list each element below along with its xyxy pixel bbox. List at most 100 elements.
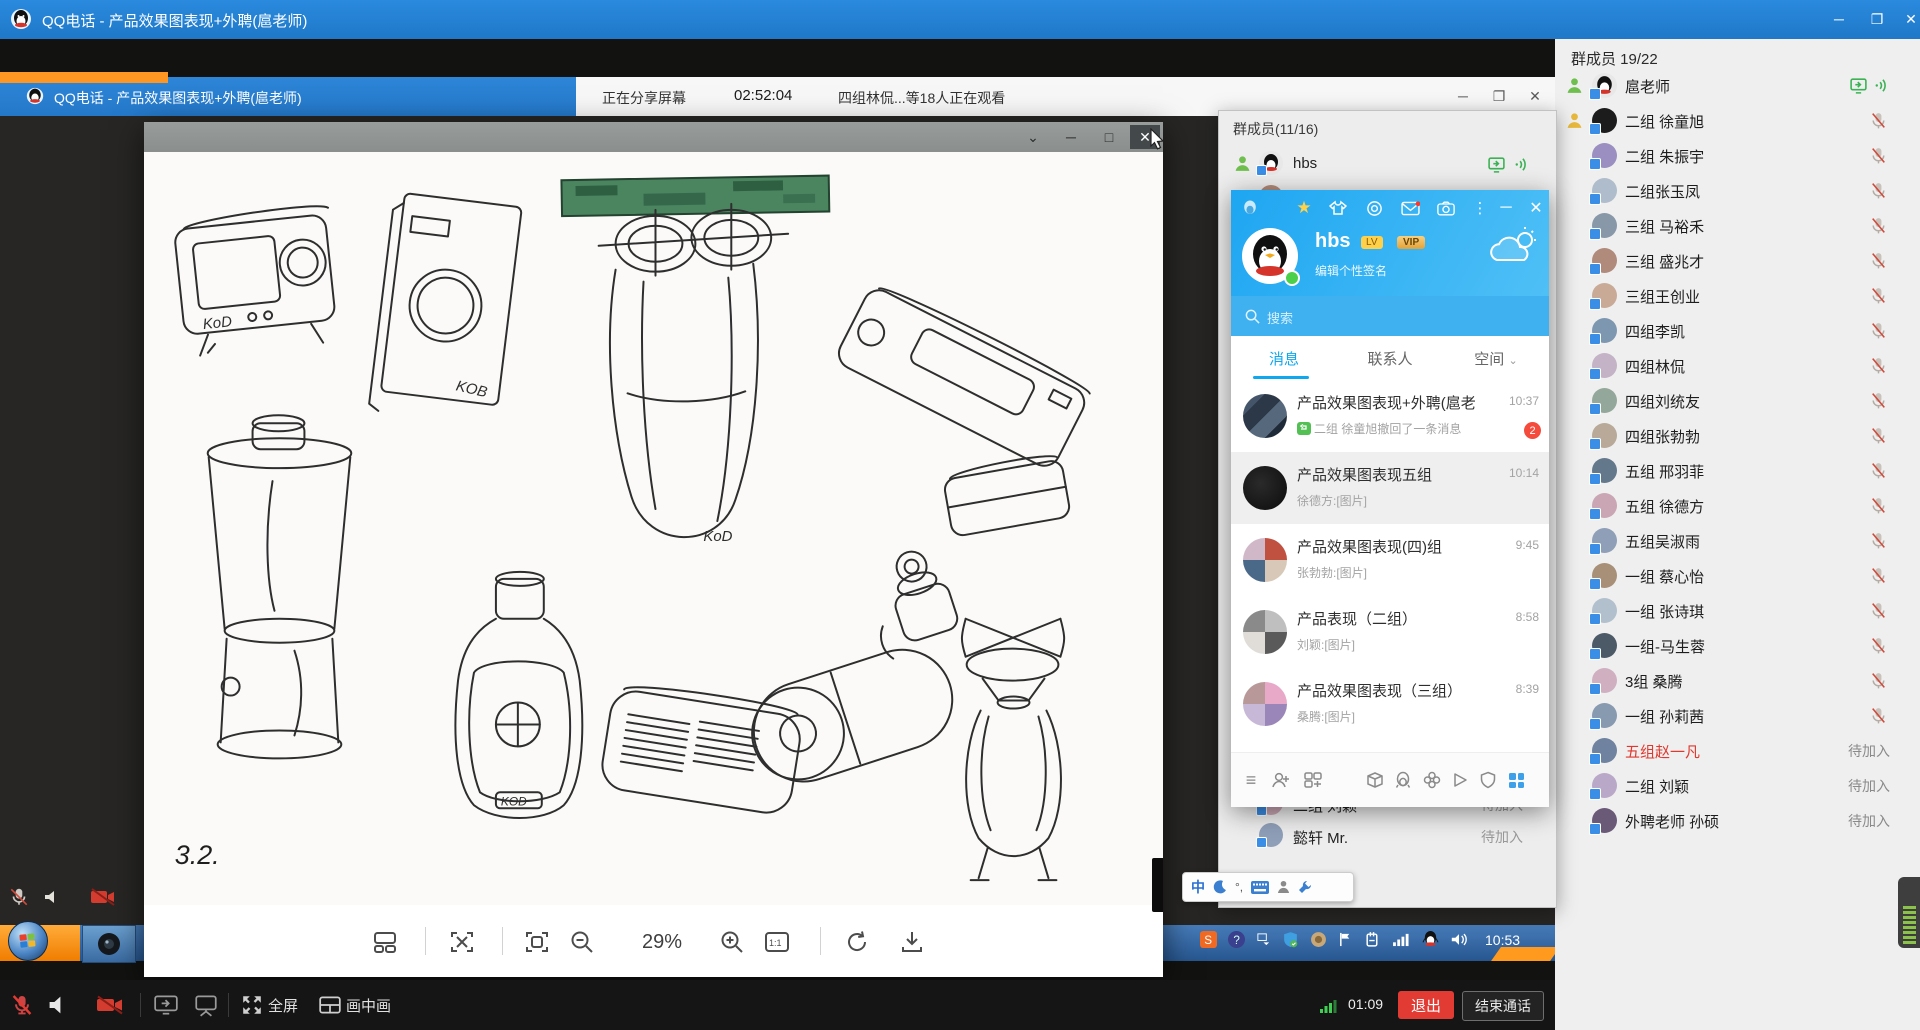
camera-icon[interactable] bbox=[1435, 198, 1457, 218]
shield-icon[interactable] bbox=[1476, 769, 1500, 791]
add-friend-icon[interactable] bbox=[1269, 769, 1293, 791]
member-row[interactable]: 扈老师 bbox=[1555, 68, 1920, 103]
exit-button[interactable]: 退出 bbox=[1398, 991, 1454, 1019]
member-row[interactable]: 一组 孙莉茜 bbox=[1555, 698, 1920, 733]
mic-muted-icon[interactable] bbox=[1869, 601, 1888, 624]
mic-muted-icon[interactable] bbox=[1869, 391, 1888, 414]
mic-muted-icon[interactable] bbox=[1869, 706, 1888, 729]
speaker-icon[interactable] bbox=[42, 887, 62, 912]
screen-share-icon[interactable] bbox=[152, 991, 180, 1019]
mic-muted-icon[interactable] bbox=[1869, 286, 1888, 309]
mic-muted-icon[interactable] bbox=[1869, 461, 1888, 484]
avatar[interactable] bbox=[1592, 283, 1617, 308]
member-row[interactable]: 一组 蔡心怡 bbox=[1555, 558, 1920, 593]
avatar[interactable] bbox=[1592, 108, 1617, 133]
lv-badge[interactable]: LV bbox=[1361, 236, 1383, 249]
help-tray-icon[interactable]: ? bbox=[1228, 931, 1245, 948]
camera-off-icon[interactable] bbox=[96, 991, 124, 1019]
qq-close-button[interactable]: ✕ bbox=[1525, 198, 1547, 218]
avatar[interactable] bbox=[1592, 773, 1617, 798]
message-list-item[interactable]: 产品效果图表现+外聘(扈老10:37二组 徐童旭撤回了一条消息2 bbox=[1231, 380, 1549, 452]
mic-muted-icon[interactable] bbox=[1869, 251, 1888, 274]
rotate-icon[interactable] bbox=[842, 927, 872, 957]
clover-icon[interactable] bbox=[1420, 769, 1444, 791]
inner-restore-button[interactable]: ❐ bbox=[1484, 85, 1514, 107]
ime-keyboard-icon[interactable] bbox=[1251, 881, 1269, 894]
member-row[interactable]: 五组吴淑雨 bbox=[1555, 523, 1920, 558]
mic-muted-icon[interactable] bbox=[1869, 636, 1888, 659]
mic-muted-icon[interactable] bbox=[1869, 146, 1888, 169]
member-row[interactable]: 二组张玉凤 bbox=[1555, 173, 1920, 208]
app-manager-icon[interactable] bbox=[1504, 769, 1528, 791]
avatar[interactable] bbox=[1592, 703, 1617, 728]
ime-punct-icon[interactable]: °, bbox=[1235, 880, 1243, 894]
mic-muted-icon[interactable] bbox=[1869, 321, 1888, 344]
taskbar-clock[interactable]: 10:53 bbox=[1485, 932, 1520, 948]
mail-icon[interactable] bbox=[1399, 198, 1421, 218]
avatar[interactable] bbox=[1592, 248, 1617, 273]
viewer-collapse-button[interactable]: ⌄ bbox=[1018, 125, 1048, 149]
tab-qzone[interactable]: 空间 ⌄ bbox=[1443, 348, 1549, 369]
avatar[interactable] bbox=[1592, 808, 1617, 833]
viewer-minimize-button[interactable]: ─ bbox=[1056, 125, 1086, 149]
qq-minimize-button[interactable]: ─ bbox=[1495, 198, 1517, 218]
sogou-tray-icon[interactable]: S bbox=[1200, 931, 1217, 948]
ime-chinese-mode-icon[interactable]: 中 bbox=[1191, 877, 1205, 897]
mic-muted-icon[interactable] bbox=[1869, 111, 1888, 134]
member-row[interactable]: 五组赵一凡待加入 bbox=[1555, 733, 1920, 768]
outer-maximize-button[interactable]: ❐ bbox=[1862, 8, 1892, 30]
outer-close-button[interactable]: ✕ bbox=[1896, 8, 1920, 30]
member-row[interactable]: 三组王创业 bbox=[1555, 278, 1920, 313]
member-row[interactable]: 一组-马生蓉 bbox=[1555, 628, 1920, 663]
viewer-maximize-button[interactable]: □ bbox=[1094, 125, 1124, 149]
member-row[interactable]: 三组 盛兆才 bbox=[1555, 243, 1920, 278]
avatar[interactable] bbox=[1592, 213, 1617, 238]
security-shield-tray-icon[interactable] bbox=[1282, 931, 1299, 948]
actual-size-icon[interactable]: 1:1 bbox=[762, 927, 792, 957]
avatar[interactable] bbox=[1592, 598, 1617, 623]
download-icon[interactable] bbox=[897, 927, 927, 957]
more-menu-icon[interactable]: ⋮ bbox=[1469, 198, 1491, 218]
member-row[interactable]: 三组 马裕禾 bbox=[1555, 208, 1920, 243]
mic-muted-icon[interactable] bbox=[1869, 566, 1888, 589]
avatar[interactable] bbox=[1259, 151, 1283, 175]
mic-muted-icon[interactable] bbox=[1869, 496, 1888, 519]
medal-icon[interactable] bbox=[1363, 198, 1385, 218]
end-call-button[interactable]: 结束通话 bbox=[1462, 991, 1544, 1021]
mic-muted-icon[interactable] bbox=[8, 991, 36, 1019]
mic-muted-icon[interactable] bbox=[1869, 531, 1888, 554]
avatar[interactable] bbox=[1592, 563, 1617, 588]
member-row[interactable]: 四组刘统友 bbox=[1555, 383, 1920, 418]
pip-label[interactable]: 画中画 bbox=[346, 995, 391, 1016]
zoom-out-icon[interactable] bbox=[567, 927, 597, 957]
avatar[interactable] bbox=[1592, 493, 1617, 518]
message-list-item[interactable]: 产品效果图表现（三组）8:39桑腾:[图片] bbox=[1231, 668, 1549, 740]
ime-wrench-icon[interactable] bbox=[1298, 880, 1312, 894]
avatar[interactable] bbox=[1592, 353, 1617, 378]
star-icon[interactable]: ★ bbox=[1293, 198, 1315, 218]
member-row[interactable]: 五组 邢羽菲 bbox=[1555, 453, 1920, 488]
avatar[interactable] bbox=[1592, 318, 1617, 343]
ime-moon-icon[interactable] bbox=[1213, 880, 1227, 894]
member-row[interactable]: 二组 刘颖待加入 bbox=[1555, 768, 1920, 803]
avatar[interactable] bbox=[1592, 528, 1617, 553]
folders-icon[interactable] bbox=[1301, 769, 1325, 791]
weather-icon[interactable] bbox=[1487, 226, 1539, 275]
chat-member-row[interactable]: 懿轩 Mr.待加入 bbox=[1219, 819, 1556, 853]
flag-tray-icon[interactable] bbox=[1338, 931, 1353, 948]
member-row[interactable]: 二组 徐童旭 bbox=[1555, 103, 1920, 138]
member-row[interactable]: 四组林侃 bbox=[1555, 348, 1920, 383]
tab-contacts[interactable]: 联系人 bbox=[1337, 348, 1443, 369]
vip-badge[interactable]: VIP bbox=[1397, 236, 1425, 249]
play-icon[interactable] bbox=[1448, 769, 1472, 791]
avatar[interactable] bbox=[1592, 458, 1617, 483]
user-avatar[interactable] bbox=[1242, 228, 1298, 284]
taskbar-app-button[interactable] bbox=[82, 925, 136, 963]
avatar[interactable] bbox=[1259, 823, 1283, 847]
box-icon[interactable] bbox=[1363, 769, 1387, 791]
mic-muted-icon[interactable] bbox=[1869, 426, 1888, 449]
member-row[interactable]: 五组 徐德方 bbox=[1555, 488, 1920, 523]
mic-muted-icon[interactable] bbox=[1869, 216, 1888, 239]
signature-edit[interactable]: 编辑个性签名 bbox=[1315, 262, 1387, 279]
window-arrow-tray-icon[interactable] bbox=[1256, 932, 1271, 947]
